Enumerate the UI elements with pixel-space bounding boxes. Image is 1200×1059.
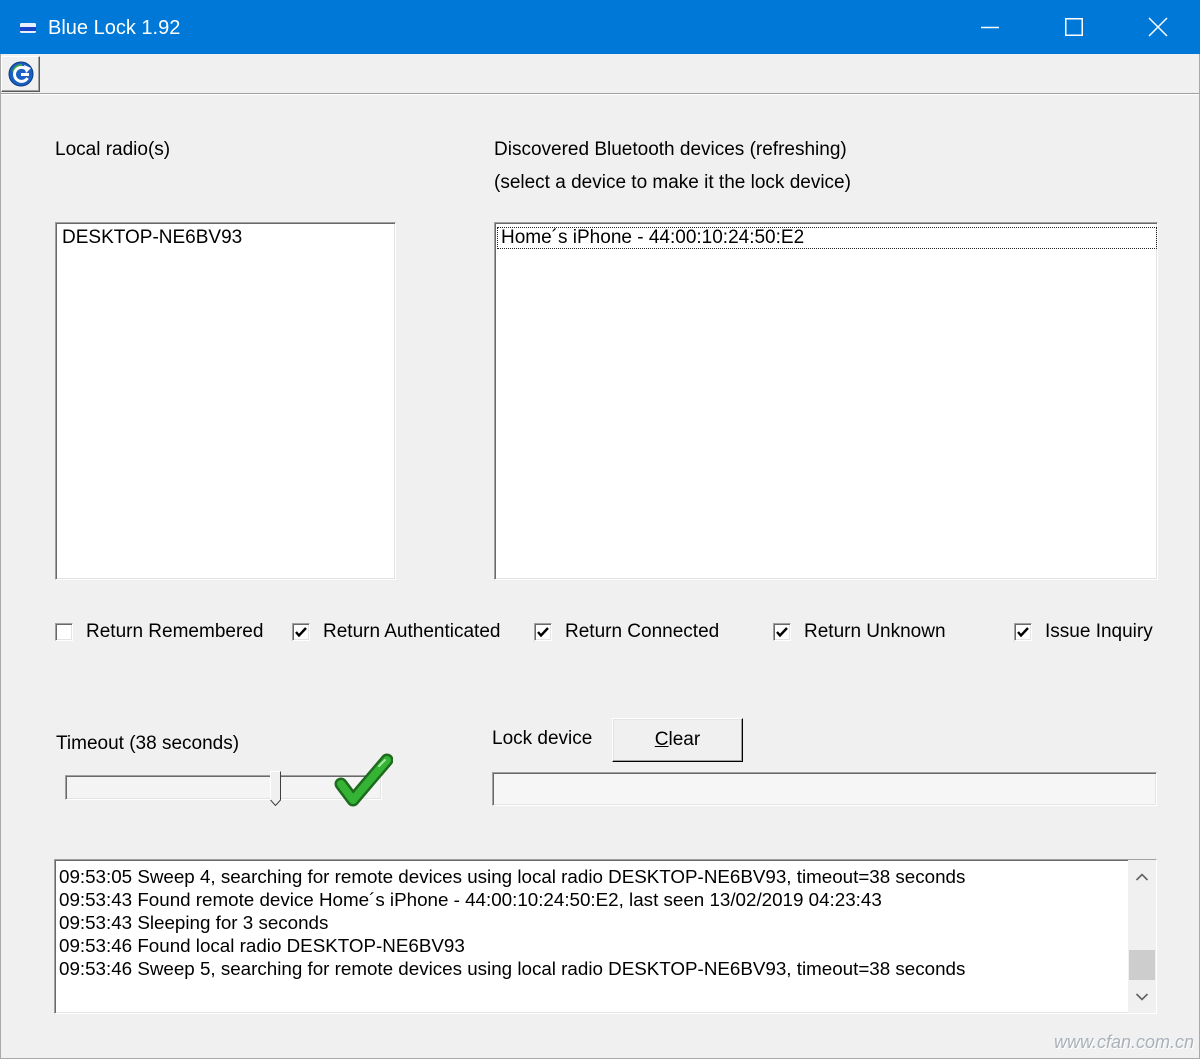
window-title: Blue Lock 1.92	[48, 17, 181, 39]
maximize-button[interactable]	[1032, 0, 1116, 54]
local-radios-label: Local radio(s)	[55, 139, 171, 160]
refresh-button[interactable]	[1, 56, 40, 92]
log-line: 09:53:46 Sweep 5, searching for remote d…	[59, 958, 966, 979]
checkmark-icon	[295, 627, 307, 638]
checkbox-box[interactable]	[534, 623, 552, 641]
chevron-down-icon	[1135, 992, 1149, 1001]
checkmark-icon	[1017, 627, 1029, 638]
checkbox-box[interactable]	[55, 623, 73, 641]
checkmark-icon	[537, 627, 549, 638]
scroll-down-button[interactable]	[1128, 980, 1156, 1013]
checkbox-box[interactable]	[1014, 623, 1032, 641]
timeout-label: Timeout (38 seconds)	[56, 733, 240, 754]
log-textarea[interactable]: 09:53:05 Sweep 4, searching for remote d…	[54, 859, 1157, 1014]
log-line: 09:53:46 Found local radio DESKTOP-NE6BV…	[59, 935, 465, 956]
minimize-button[interactable]	[948, 0, 1032, 54]
checkbox-label: Return Connected	[565, 621, 720, 642]
app-window: Blue Lock 1.92 Local radio(s) Discovered…	[0, 0, 1200, 1059]
log-line: 09:53:43 Found remote device Home´s iPho…	[59, 889, 882, 910]
discovered-device-item[interactable]: Home´s iPhone - 44:00:10:24:50:E2	[497, 227, 1157, 249]
discovered-devices-hint: (select a device to make it the lock dev…	[494, 172, 851, 193]
close-icon	[1148, 17, 1168, 37]
green-check-icon	[334, 753, 393, 807]
clear-button[interactable]: Clear	[612, 718, 743, 762]
discovered-devices-label: Discovered Bluetooth devices (refreshing…	[494, 139, 847, 160]
timeout-slider-thumb[interactable]	[270, 771, 281, 806]
checkbox-label: Return Authenticated	[323, 621, 501, 642]
log-scrollbar-thumb[interactable]	[1129, 950, 1155, 980]
minimize-icon	[981, 26, 999, 29]
return-authenticated-checkbox[interactable]: Return Authenticated	[292, 621, 500, 643]
clear-button-label: Clear	[654, 729, 701, 750]
title-bar[interactable]: Blue Lock 1.92	[0, 0, 1200, 54]
return-remembered-checkbox[interactable]: Return Remembered	[55, 621, 263, 643]
maximize-icon	[1065, 18, 1083, 36]
close-button[interactable]	[1116, 0, 1200, 54]
log-scrollbar[interactable]	[1128, 860, 1156, 1013]
toolbar	[0, 54, 1200, 94]
checkbox-box[interactable]	[773, 623, 791, 641]
issue-inquiry-checkbox[interactable]: Issue Inquiry	[1014, 621, 1153, 643]
log-line: 09:53:05 Sweep 4, searching for remote d…	[59, 866, 966, 887]
checkmark-icon	[776, 627, 788, 638]
checkbox-label: Return Unknown	[804, 621, 946, 642]
scroll-up-button[interactable]	[1128, 860, 1156, 893]
lock-device-field[interactable]	[492, 772, 1157, 806]
checkbox-box[interactable]	[292, 623, 310, 641]
local-radio-item[interactable]: DESKTOP-NE6BV93	[58, 227, 395, 249]
discovered-devices-list[interactable]: Home´s iPhone - 44:00:10:24:50:E2	[494, 222, 1158, 580]
return-unknown-checkbox[interactable]: Return Unknown	[773, 621, 946, 643]
local-radios-list[interactable]: DESKTOP-NE6BV93	[55, 222, 396, 580]
checkbox-label: Issue Inquiry	[1045, 621, 1153, 642]
watermark: www.cfan.com.cn	[1054, 1032, 1195, 1052]
lock-device-label: Lock device	[492, 728, 593, 749]
app-icon[interactable]	[18, 19, 38, 37]
refresh-globe-icon	[8, 61, 33, 87]
chevron-up-icon	[1135, 872, 1149, 881]
log-lines: 09:53:05 Sweep 4, searching for remote d…	[59, 865, 1126, 980]
log-line: 09:53:43 Sleeping for 3 seconds	[59, 912, 329, 933]
checkbox-label: Return Remembered	[86, 621, 264, 642]
return-connected-checkbox[interactable]: Return Connected	[534, 621, 719, 643]
